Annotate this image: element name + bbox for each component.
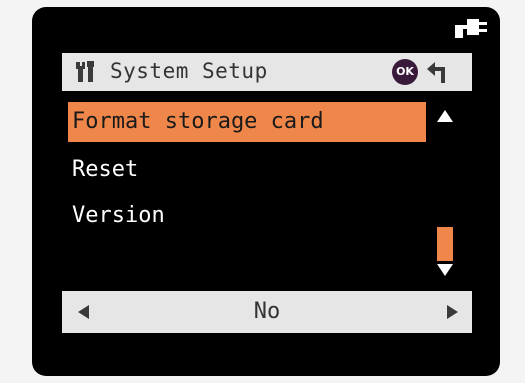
triangle-up-icon[interactable]: [436, 109, 454, 123]
power-plug-icon: [455, 19, 487, 38]
option-selector: No: [62, 291, 472, 333]
triangle-down-icon[interactable]: [436, 263, 454, 277]
page-title: System Setup: [110, 59, 268, 83]
title-bar: System Setup OK: [62, 53, 472, 91]
ok-button-icon[interactable]: OK: [392, 59, 418, 85]
triangle-right-icon[interactable]: [446, 305, 458, 319]
scrollbar-thumb[interactable]: [437, 227, 453, 261]
menu-item-version[interactable]: Version: [68, 196, 426, 236]
back-arrow-icon[interactable]: [426, 61, 450, 85]
menu-item-reset[interactable]: Reset: [68, 150, 426, 190]
wrench-screwdriver-icon: [76, 61, 94, 82]
menu-item-format-storage-card[interactable]: Format storage card: [68, 102, 426, 142]
camera-device-frame: System Setup OK Format storage card Rese…: [0, 0, 525, 383]
option-value: No: [253, 299, 281, 324]
camera-screen: System Setup OK Format storage card Rese…: [32, 7, 500, 376]
